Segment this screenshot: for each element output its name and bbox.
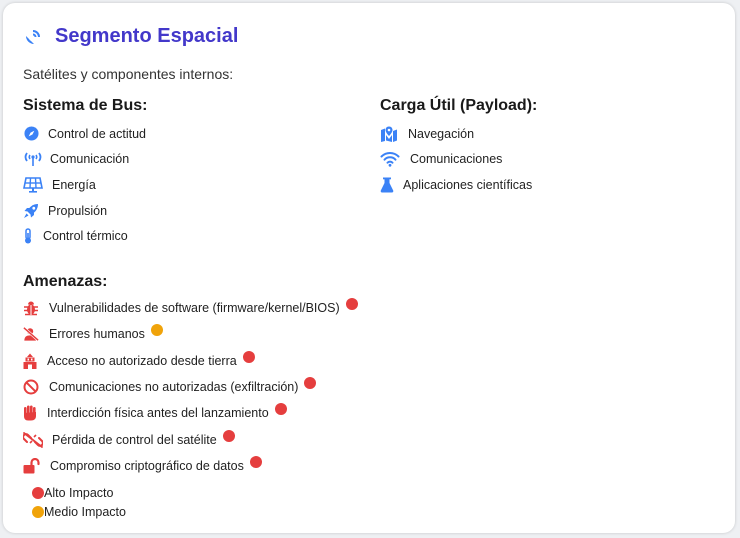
- bus-item-label: Comunicación: [50, 152, 130, 167]
- threat-label: Interdicción física antes del lanzamient…: [47, 406, 269, 421]
- bus-item-label: Control térmico: [43, 229, 128, 244]
- wifi-icon: [380, 151, 400, 168]
- threat-label: Vulnerabilidades de software (firmware/k…: [49, 301, 340, 316]
- user-slash-icon: [23, 326, 39, 342]
- subtitle: Satélites y componentes internos:: [23, 66, 234, 82]
- flask-icon: [380, 177, 394, 193]
- threat-label: Errores humanos: [49, 327, 145, 342]
- threat-label: Acceso no autorizado desde tierra: [47, 353, 237, 368]
- title-row: Segmento Espacial: [23, 25, 238, 48]
- threat-label: Compromiso criptográfico de datos: [50, 458, 244, 473]
- high-impact-dot: [304, 377, 317, 390]
- threat-item-unauthorized-comms: Comunicaciones no autorizadas (exfiltrac…: [23, 374, 358, 400]
- payload-item-label: Navegación: [408, 126, 475, 141]
- payload-item-navigation: Navegación: [380, 121, 532, 147]
- bus-item-energy: Energía: [23, 172, 146, 198]
- bus-item-label: Energía: [52, 177, 96, 192]
- threat-item-software: Vulnerabilidades de software (firmware/k…: [23, 295, 358, 321]
- high-impact-dot: [222, 429, 235, 442]
- bug-icon: [23, 300, 39, 316]
- rocket-icon: [23, 203, 39, 219]
- payload-heading: Carga Útil (Payload):: [380, 97, 538, 114]
- bus-list: Control de actitud Comunicación Energía …: [23, 121, 146, 249]
- high-impact-dot: [32, 486, 44, 499]
- high-impact-dot: [345, 298, 358, 311]
- ground-station-icon: [23, 353, 37, 369]
- compass-icon: [23, 126, 39, 142]
- solar-panel-icon: [23, 177, 43, 193]
- payload-item-communications: Comunicaciones: [380, 147, 532, 173]
- bus-item-thermal: Control térmico: [23, 223, 146, 249]
- page-title: Segmento Espacial: [55, 25, 239, 47]
- bus-heading: Sistema de Bus:: [23, 97, 148, 114]
- threat-label: Comunicaciones no autorizadas (exfiltrac…: [49, 380, 299, 395]
- broken-link-icon: [23, 431, 43, 448]
- unlock-icon: [23, 457, 41, 474]
- space-segment-card: Segmento Espacial Satélites y componente…: [3, 3, 735, 533]
- bus-item-label: Propulsión: [48, 203, 108, 218]
- high-impact-dot: [242, 350, 255, 363]
- impact-legend: Alto Impacto Medio Impacto: [32, 483, 126, 521]
- bus-item-communication: Comunicación: [23, 147, 146, 173]
- fist-icon: [23, 405, 37, 421]
- ban-icon: [23, 379, 39, 395]
- threat-item-human-errors: Errores humanos: [23, 321, 358, 347]
- payload-list: Navegación Comunicaciones Aplicaciones c…: [380, 121, 532, 198]
- threat-item-loss-of-control: Pérdida de control del satélite: [23, 426, 358, 452]
- antenna-icon: [23, 151, 43, 167]
- bus-item-propulsion: Propulsión: [23, 198, 146, 224]
- threat-label: Pérdida de control del satélite: [52, 432, 217, 447]
- thermometer-icon: [23, 228, 33, 244]
- payload-item-science: Aplicaciones científicas: [380, 172, 532, 198]
- satellite-dish-icon: [23, 27, 43, 47]
- threat-item-ground-access: Acceso no autorizado desde tierra: [23, 348, 358, 374]
- map-location-icon: [380, 126, 398, 142]
- threat-item-physical-interdiction: Interdicción física antes del lanzamient…: [23, 400, 358, 426]
- threats-list: Vulnerabilidades de software (firmware/k…: [23, 295, 358, 479]
- bus-item-label: Control de actitud: [48, 126, 146, 141]
- high-impact-dot: [274, 403, 287, 416]
- high-impact-dot: [249, 455, 262, 468]
- legend-medium-label: Medio Impacto: [44, 504, 126, 519]
- payload-item-label: Aplicaciones científicas: [403, 177, 533, 192]
- medium-impact-dot: [150, 324, 163, 337]
- threats-heading: Amenazas:: [23, 273, 108, 290]
- medium-impact-dot: [32, 505, 44, 518]
- legend-high-label: Alto Impacto: [44, 485, 114, 500]
- payload-item-label: Comunicaciones: [410, 152, 503, 167]
- legend-medium: Medio Impacto: [32, 502, 126, 521]
- bus-item-attitude: Control de actitud: [23, 121, 146, 147]
- threat-item-crypto: Compromiso criptográfico de datos: [23, 453, 358, 479]
- legend-high: Alto Impacto: [32, 483, 126, 502]
